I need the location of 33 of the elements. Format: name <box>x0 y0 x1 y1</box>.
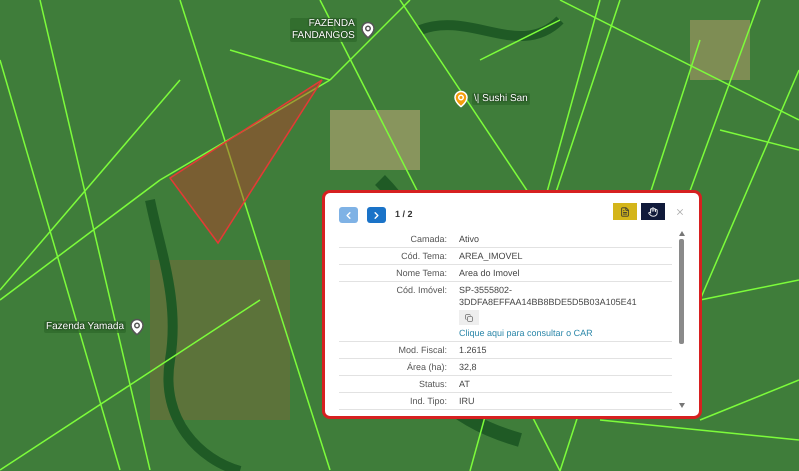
field-label: Cód. Imóvel: <box>395 284 448 297</box>
map-pin-icon[interactable] <box>358 21 377 39</box>
field-label: Ind. Tipo: <box>408 395 448 407</box>
place-label: \| Sushi San <box>472 93 530 105</box>
field-value: 32,8 <box>459 361 477 373</box>
copy-button[interactable] <box>459 310 479 325</box>
field-value: AREA_IMOVEL <box>459 250 523 262</box>
field-value: IRU <box>459 395 474 407</box>
field-value: Ativo <box>459 233 480 245</box>
document-icon <box>620 206 630 216</box>
copy-icon <box>465 314 473 322</box>
page-counter: 1 / 2 <box>395 208 413 222</box>
next-button[interactable] <box>367 207 386 223</box>
field-label: Área (ha): <box>406 361 448 373</box>
pdf-button[interactable] <box>613 203 637 220</box>
field-label: Camada: <box>409 233 448 245</box>
hand-icon <box>648 206 658 216</box>
field-value: AT <box>459 378 470 390</box>
field-label: Mod. Fiscal: <box>397 344 448 356</box>
field-value: SP-3555802- <box>459 284 512 296</box>
field-label: Status: <box>418 378 448 390</box>
field-value: 1.2615 <box>459 344 487 356</box>
car-link[interactable]: Clique aqui para consultar o CAR <box>459 327 593 339</box>
map-pin-icon[interactable] <box>128 318 146 336</box>
place-label: FAZENDA FANDANGOS <box>290 18 357 42</box>
close-icon <box>675 206 685 216</box>
map-pin-icon[interactable] <box>452 90 470 108</box>
field-label: Nome Tema: <box>395 267 448 279</box>
field-label: Cód. Tema: <box>400 250 448 262</box>
field-value: 3DDFA8EFFAA14BB8BDE5D5B03A105E41 <box>459 296 637 308</box>
hand-button[interactable] <box>641 203 665 220</box>
field-value: Area do Imovel <box>459 267 520 279</box>
place-label: Fazenda Yamada <box>44 321 126 333</box>
